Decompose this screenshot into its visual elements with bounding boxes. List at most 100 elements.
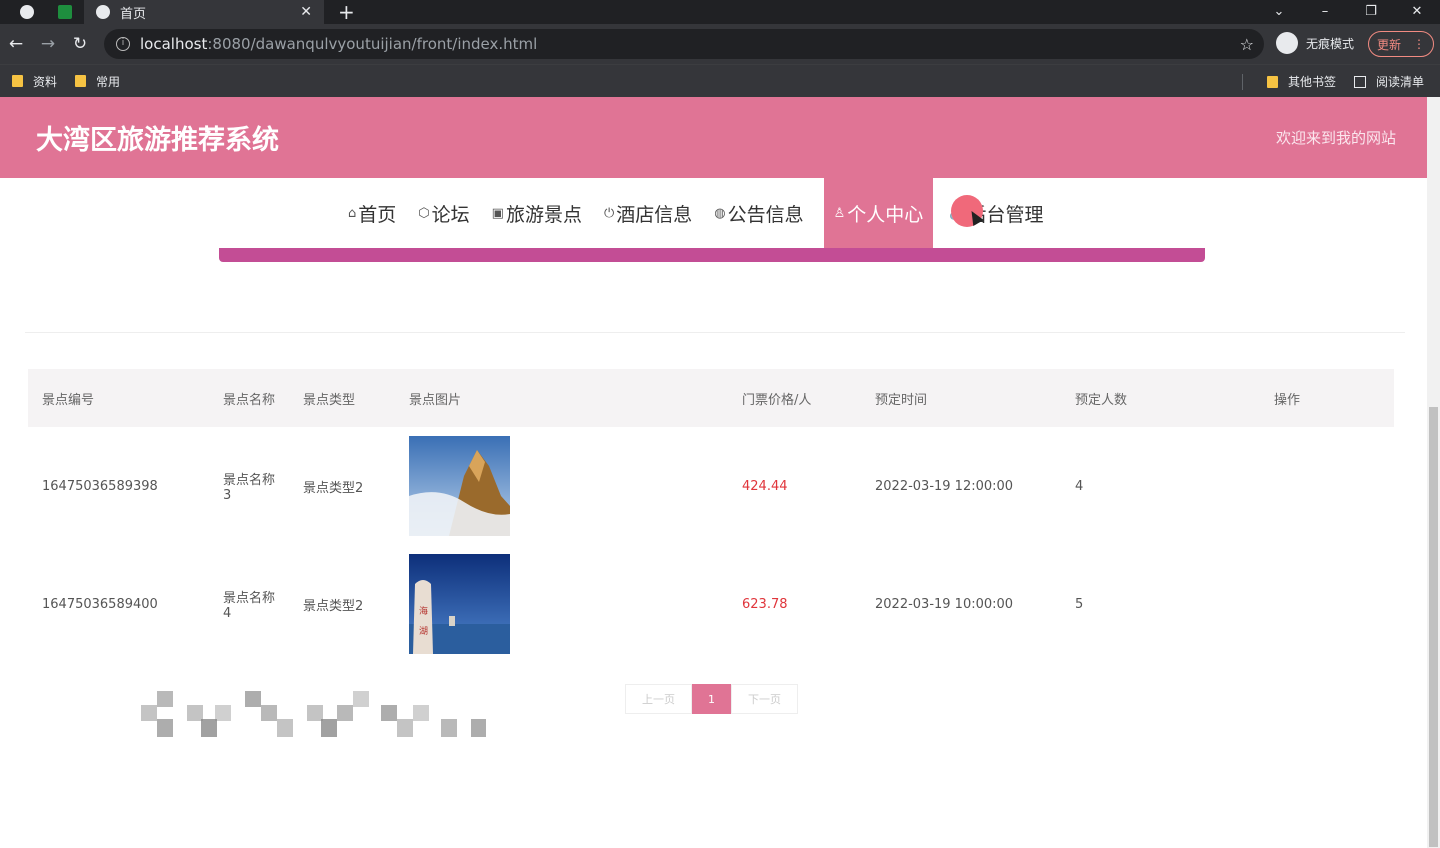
next-page-button[interactable]: 下一页 <box>731 684 798 714</box>
bookmark-star-icon[interactable]: ☆ <box>1240 35 1254 54</box>
reload-button[interactable]: ↻ <box>64 34 96 54</box>
bookmark-label: 资料 <box>33 74 58 89</box>
col-image: 景点图片 <box>409 392 462 408</box>
nav-label: 酒店信息 <box>616 203 693 226</box>
site-info-icon[interactable]: i <box>116 37 130 51</box>
site-header: 大湾区旅游推荐系统 欢迎来到我的网站 <box>0 97 1440 178</box>
nav-user-center[interactable]: ♙ 个人中心 <box>823 178 934 248</box>
restore-button[interactable]: ❐ <box>1348 0 1394 24</box>
banner-strip <box>219 248 1205 262</box>
bookmark-label: 常用 <box>96 74 121 89</box>
rock-inscription: 湖 <box>419 626 428 637</box>
other-bookmarks[interactable]: 其他书签 <box>1266 73 1336 90</box>
chrome-menu-icon[interactable] <box>16 4 38 20</box>
rock-inscription: 海 <box>419 605 428 617</box>
nav-label: 个人中心 <box>847 203 924 226</box>
bookmark-folder-ziliao[interactable]: 资料 <box>12 73 57 90</box>
folder-icon <box>75 75 87 87</box>
url-bar[interactable]: i localhost:8080/dawanqulvyoutuijian/fro… <box>104 29 1264 59</box>
col-price: 门票价格/人 <box>742 392 812 408</box>
incognito-icon <box>1276 32 1298 54</box>
cell-name: 景点名称4 <box>223 591 276 621</box>
page-scrollbar[interactable] <box>1427 97 1440 848</box>
table-row: 16475036589398 景点名称3 景点类型2 424.44 2022-0… <box>28 427 1394 545</box>
nav-label: 公告信息 <box>727 203 804 226</box>
forward-button[interactable]: → <box>32 34 64 54</box>
page-1-button[interactable]: 1 <box>692 684 731 714</box>
home-icon: ⌂ <box>348 205 357 221</box>
tab-search-icon[interactable]: ⌄ <box>1256 0 1302 24</box>
cell-time: 2022-03-19 10:00:00 <box>875 596 1014 612</box>
tab-home[interactable]: 首页 ✕ <box>84 0 324 24</box>
cell-name: 景点名称3 <box>223 473 276 503</box>
col-count: 预定人数 <box>1075 392 1128 408</box>
cube-icon: ⬡ <box>418 205 430 221</box>
page-content: 大湾区旅游推荐系统 欢迎来到我的网站 ⌂ 首页 ⬡ 论坛 ▣ 旅游景点 ⏻ 酒店信息 ◍… <box>0 97 1440 848</box>
cell-count: 4 <box>1075 478 1084 494</box>
nav-hotel[interactable]: ⏻ 酒店信息 <box>602 178 694 248</box>
bookmarks-divider <box>1241 73 1243 90</box>
cell-image: 海 湖 <box>395 545 728 663</box>
mountain-cloud-photo <box>409 436 510 536</box>
update-button[interactable]: 更新 ⋮ <box>1368 31 1434 57</box>
cell-id: 16475036589398 <box>42 478 158 494</box>
incognito-indicator[interactable]: 无痕模式 <box>1276 32 1354 54</box>
tab-title: 首页 <box>120 6 147 22</box>
new-tab-button[interactable]: + <box>338 0 355 24</box>
power-icon: ⏻ <box>603 205 615 221</box>
url-path: :8080/dawanqulvyoutuijian/front/index.ht… <box>207 35 538 53</box>
update-label: 更新 <box>1376 37 1401 52</box>
cell-price: 424.44 <box>742 478 788 494</box>
nav-scenic[interactable]: ▣ 旅游景点 <box>490 178 584 248</box>
cell-op <box>1260 545 1394 663</box>
globe-icon <box>96 5 110 19</box>
cell-count: 5 <box>1075 596 1084 612</box>
cell-price: 623.78 <box>742 596 788 612</box>
main-nav: ⌂首页 ⬡论坛 ▣旅游景点 ⏻酒店信息 ◍公告信息 ♙个人中心 🔗后台管理 <box>0 178 1440 248</box>
minimize-button[interactable]: – <box>1302 0 1348 24</box>
nav-forum[interactable]: ⬡ 论坛 <box>416 178 471 248</box>
cell-type: 景点类型2 <box>303 480 364 496</box>
address-toolbar: ← → ↻ i localhost:8080/dawanqulvyoutuiji… <box>0 24 1440 64</box>
folder-icon <box>1266 75 1278 88</box>
sheets-tab-icon[interactable] <box>54 4 76 20</box>
cell-id: 16475036589400 <box>42 596 158 612</box>
cell-op <box>1260 427 1394 545</box>
site-title: 大湾区旅游推荐系统 <box>36 125 279 156</box>
section-divider <box>25 332 1405 333</box>
window-controls: ⌄ – ❐ ✕ <box>1256 0 1440 24</box>
gift-icon: ▣ <box>491 205 504 221</box>
table-row: 16475036589400 景点名称4 景点类型2 海 湖 623.78 20… <box>28 545 1394 663</box>
nav-label: 首页 <box>358 203 397 226</box>
col-type: 景点类型 <box>303 392 356 408</box>
url-host: localhost <box>140 35 208 53</box>
prev-page-button[interactable]: 上一页 <box>625 684 692 714</box>
col-time: 预定时间 <box>875 392 928 408</box>
nav-notice[interactable]: ◍ 公告信息 <box>712 178 805 248</box>
col-name: 景点名称 <box>223 392 276 408</box>
more-menu-icon[interactable]: ⋮ <box>1413 37 1425 51</box>
incognito-label: 无痕模式 <box>1306 36 1355 51</box>
pixelated-watermark <box>141 691 486 737</box>
user-icon: ♙ <box>833 205 846 221</box>
nav-home[interactable]: ⌂ 首页 <box>346 178 398 248</box>
cell-image <box>395 427 728 545</box>
reading-list-icon <box>1353 75 1366 88</box>
scrollbar-thumb[interactable] <box>1429 407 1438 847</box>
browser-tab-strip: 首页 ✕ + ⌄ – ❐ ✕ <box>0 0 1440 24</box>
bookmark-folder-changyong[interactable]: 常用 <box>75 73 120 90</box>
cell-type: 景点类型2 <box>303 598 364 614</box>
reading-list[interactable]: 阅读清单 <box>1353 73 1424 90</box>
cell-time: 2022-03-19 12:00:00 <box>875 478 1014 494</box>
close-tab-icon[interactable]: ✕ <box>300 4 312 20</box>
window-close-button[interactable]: ✕ <box>1394 0 1440 24</box>
col-id: 景点编号 <box>42 392 95 408</box>
globe-icon: ◍ <box>714 205 726 221</box>
table-header-row: 景点编号 景点名称 景点类型 景点图片 门票价格/人 预定时间 预定人数 操作 <box>28 369 1394 427</box>
other-bookmarks-label: 其他书签 <box>1287 75 1336 89</box>
col-op: 操作 <box>1274 392 1301 408</box>
back-button[interactable]: ← <box>0 34 32 54</box>
bookmarks-bar: 资料 常用 其他书签 阅读清单 <box>0 64 1440 97</box>
nav-label: 论坛 <box>431 203 470 226</box>
pagination: 上一页 1 下一页 <box>625 684 798 714</box>
